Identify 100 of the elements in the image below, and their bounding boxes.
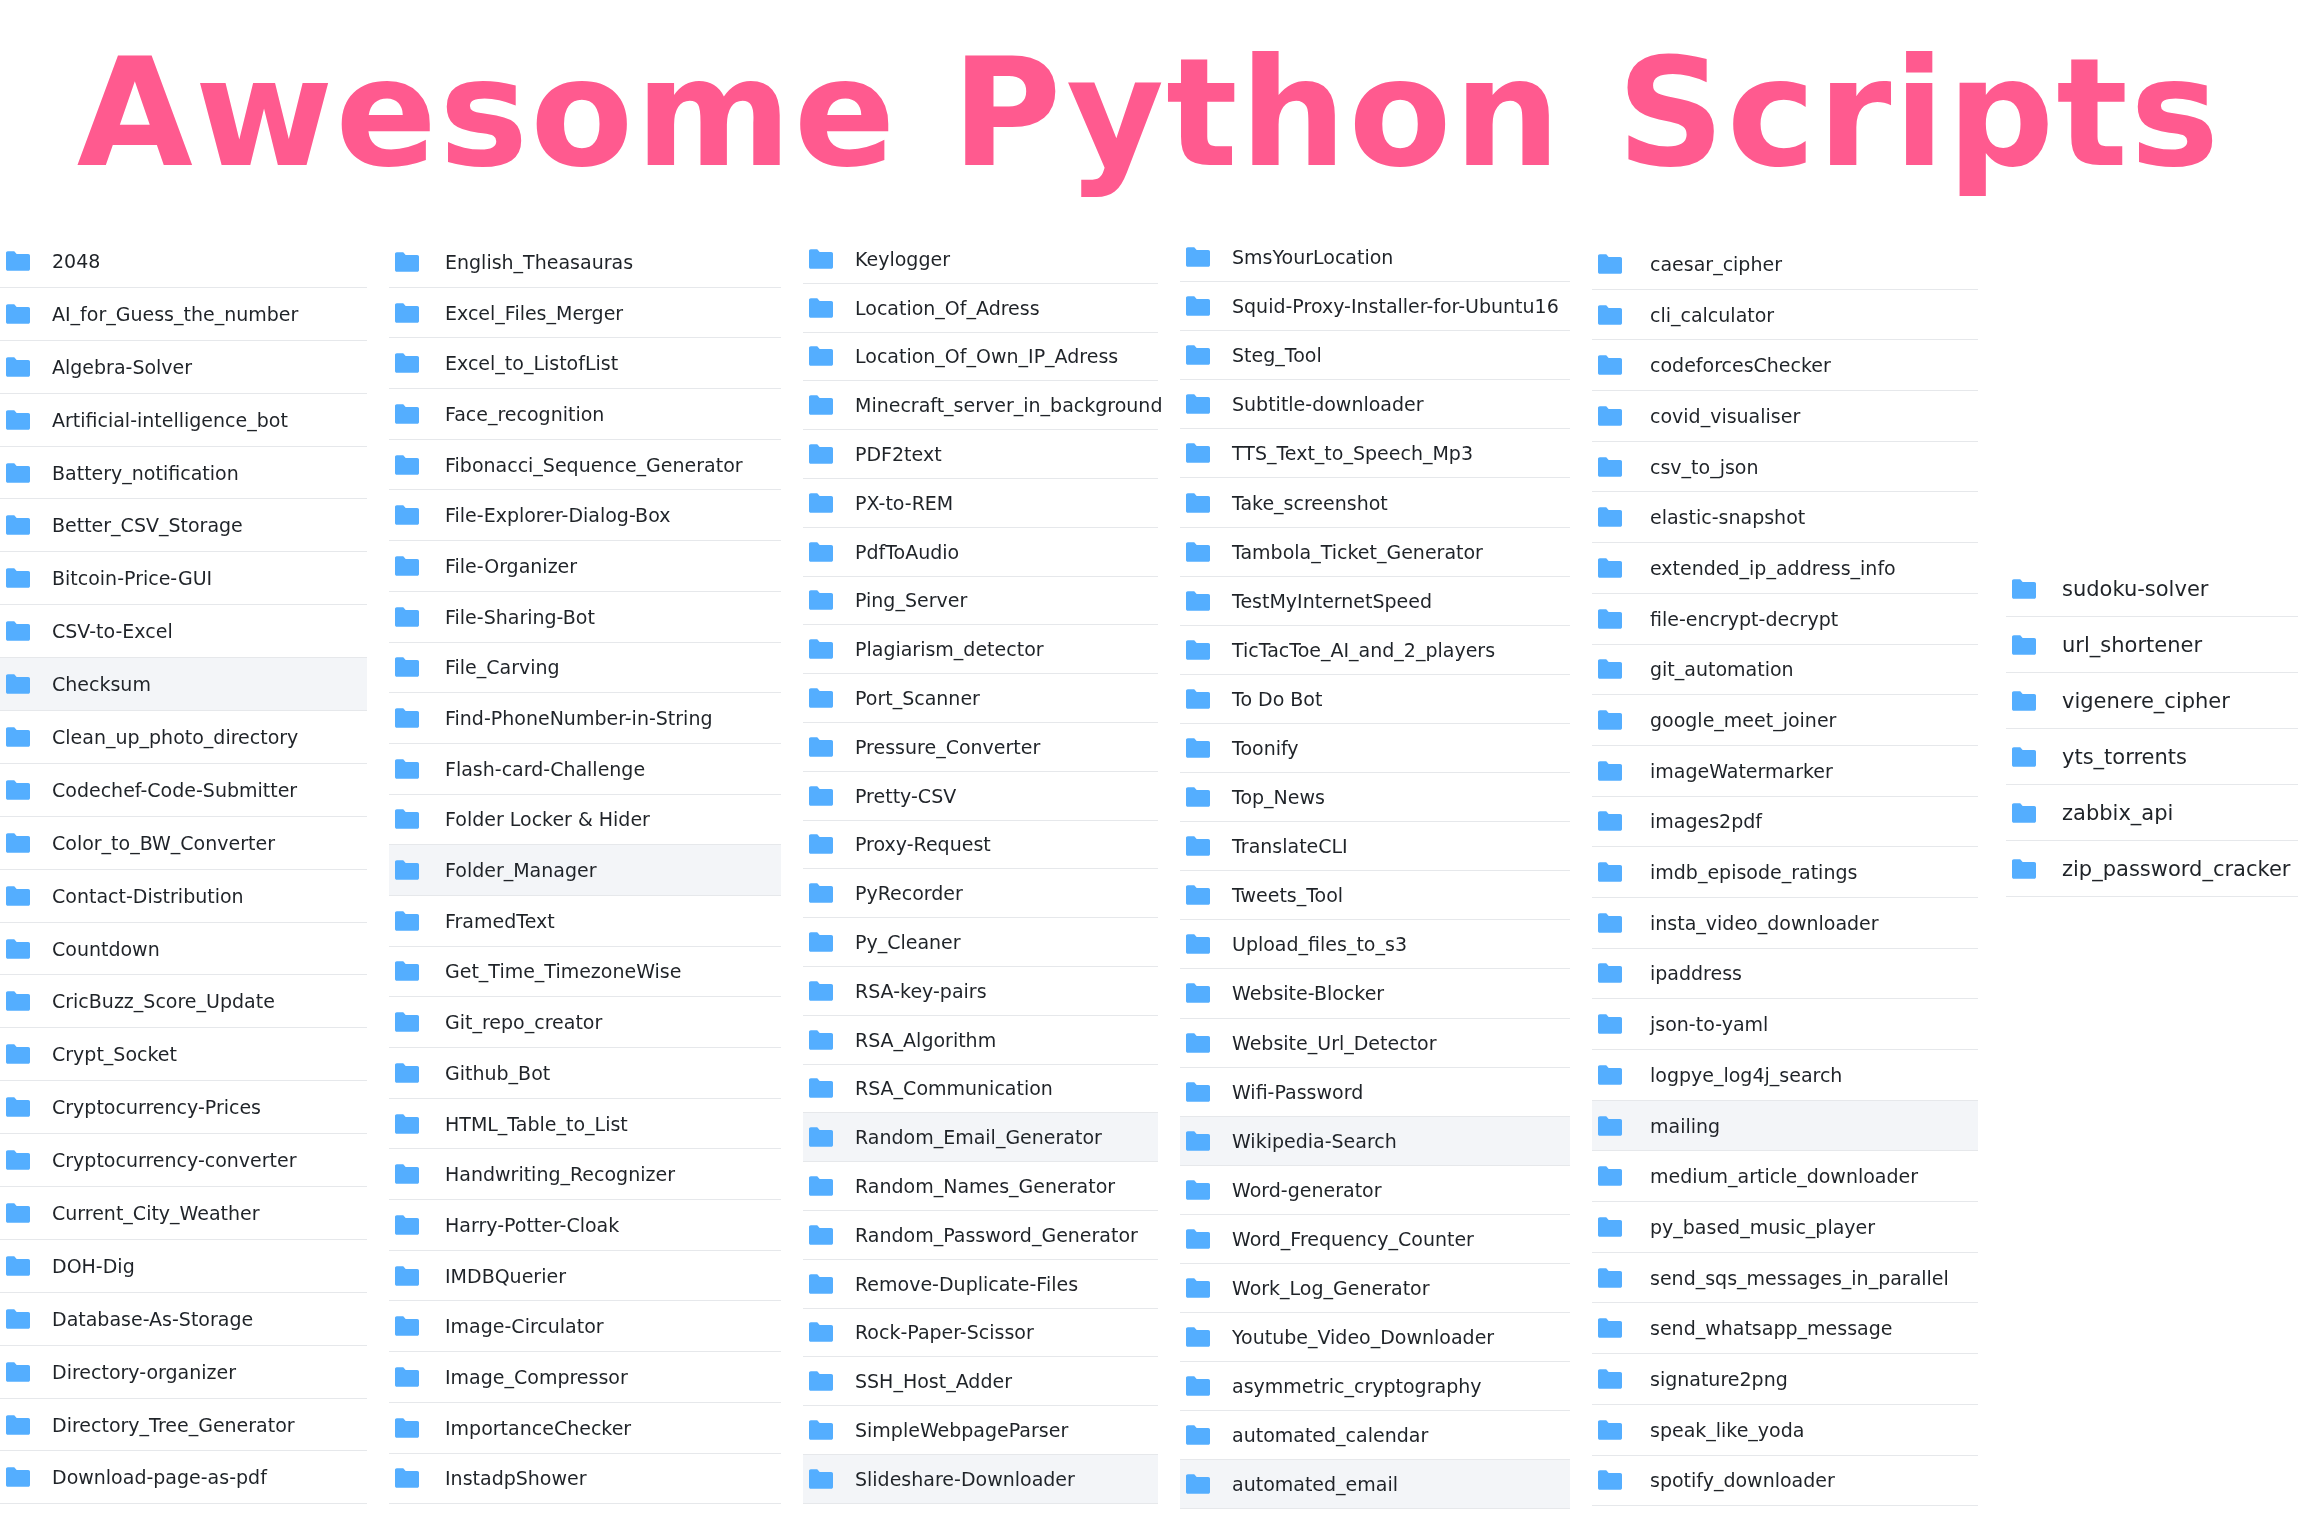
folder-row[interactable]: Current_City_Weather — [0, 1187, 367, 1240]
folder-row[interactable]: HTML_Table_to_List — [389, 1098, 781, 1150]
folder-row[interactable]: Rock-Paper-Scissor — [803, 1308, 1158, 1358]
folder-row[interactable]: signature2png — [1592, 1354, 1978, 1405]
folder-row[interactable]: Excel_to_ListofList — [389, 338, 781, 390]
folder-row[interactable]: Ping_Server — [803, 576, 1158, 626]
folder-row[interactable]: Pressure_Converter — [803, 722, 1158, 772]
folder-row[interactable]: automated_email — [1180, 1460, 1570, 1510]
folder-row[interactable]: url_shortener — [2006, 617, 2298, 673]
folder-row[interactable]: py_based_music_player — [1592, 1202, 1978, 1253]
folder-row[interactable]: speak_like_yoda — [1592, 1404, 1978, 1456]
folder-row[interactable]: Folder_Manager — [389, 845, 781, 896]
folder-row[interactable]: PDF2text — [803, 430, 1158, 479]
folder-row[interactable]: TTS_Text_to_Speech_Mp3 — [1180, 429, 1570, 479]
folder-row[interactable]: Cryptocurrency-converter — [0, 1134, 367, 1188]
folder-row[interactable]: yts_torrents — [2006, 729, 2298, 785]
folder-row[interactable]: json-to-yaml — [1592, 999, 1978, 1050]
folder-row[interactable]: csv_to_json — [1592, 441, 1978, 493]
folder-row[interactable]: 2048 — [0, 235, 367, 288]
folder-row[interactable]: Slideshare-Downloader — [803, 1454, 1158, 1504]
folder-row[interactable]: Algebra-Solver — [0, 340, 367, 394]
folder-row[interactable]: cli_calculator — [1592, 289, 1978, 341]
folder-row[interactable]: DOH-Dig — [0, 1239, 367, 1293]
folder-row[interactable]: PdfToAudio — [803, 527, 1158, 577]
folder-row[interactable]: RSA_Algorithm — [803, 1015, 1158, 1065]
folder-row[interactable]: Random_Names_Generator — [803, 1162, 1158, 1211]
folder-row[interactable]: TicTacToe_AI_and_2_players — [1180, 625, 1570, 675]
folder-row[interactable]: Checksum — [0, 658, 367, 711]
folder-row[interactable]: imageWatermarker — [1592, 745, 1978, 797]
folder-row[interactable]: elastic-snapshot — [1592, 492, 1978, 544]
folder-row[interactable]: covid_visualiser — [1592, 391, 1978, 442]
folder-row[interactable]: Random_Email_Generator — [803, 1113, 1158, 1163]
folder-row[interactable]: Codechef-Code-Submitter — [0, 763, 367, 817]
folder-row[interactable]: Get_Time_TimezoneWise — [389, 946, 781, 998]
folder-row[interactable]: FramedText — [389, 895, 781, 947]
folder-row[interactable]: sudoku-solver — [2006, 561, 2298, 617]
folder-row[interactable]: Git_repo_creator — [389, 997, 781, 1048]
folder-row[interactable]: Random_Password_Generator — [803, 1210, 1158, 1260]
folder-row[interactable]: Bitcoin-Price-GUI — [0, 552, 367, 606]
folder-row[interactable]: vigenere_cipher — [2006, 673, 2298, 729]
folder-row[interactable]: Word_Frequency_Counter — [1180, 1214, 1570, 1264]
folder-row[interactable]: send_sqs_messages_in_parallel — [1592, 1252, 1978, 1304]
folder-row[interactable]: codeforcesChecker — [1592, 340, 1978, 392]
folder-row[interactable]: Top_News — [1180, 773, 1570, 823]
folder-row[interactable]: Excel_Files_Merger — [389, 287, 781, 339]
folder-row[interactable]: Artificial-intelligence_bot — [0, 393, 367, 447]
folder-row[interactable]: Keylogger — [803, 235, 1158, 284]
folder-row[interactable]: Tweets_Tool — [1180, 871, 1570, 921]
folder-row[interactable]: Port_Scanner — [803, 674, 1158, 723]
folder-row[interactable]: logpye_log4j_search — [1592, 1050, 1978, 1101]
folder-row[interactable]: Wifi-Password — [1180, 1067, 1570, 1117]
folder-row[interactable]: AI_for_Guess_the_number — [0, 287, 367, 341]
folder-row[interactable]: InstadpShower — [389, 1453, 781, 1505]
folder-row[interactable]: Countdown — [0, 922, 367, 976]
folder-row[interactable]: zabbix_api — [2006, 785, 2298, 841]
folder-row[interactable]: Location_Of_Own_IP_Adress — [803, 332, 1158, 382]
folder-row[interactable]: Database-As-Storage — [0, 1292, 367, 1346]
folder-row[interactable]: zip_password_cracker — [2006, 841, 2298, 897]
folder-row[interactable]: PX-to-REM — [803, 479, 1158, 528]
folder-row[interactable]: Battery_notification — [0, 446, 367, 500]
folder-row[interactable]: Subtitle-downloader — [1180, 380, 1570, 430]
folder-row[interactable]: Fibonacci_Sequence_Generator — [389, 439, 781, 491]
folder-row[interactable]: git_automation — [1592, 644, 1978, 696]
folder-row[interactable]: English_Theasauras — [389, 237, 781, 288]
folder-row[interactable]: TranslateCLI — [1180, 822, 1570, 872]
folder-row[interactable]: Directory_Tree_Generator — [0, 1398, 367, 1452]
folder-row[interactable]: Github_Bot — [389, 1048, 781, 1099]
folder-row[interactable]: IMDBQuerier — [389, 1250, 781, 1302]
folder-row[interactable]: Steg_Tool — [1180, 331, 1570, 381]
folder-row[interactable]: imdb_episode_ratings — [1592, 847, 1978, 898]
folder-row[interactable]: Flash-card-Challenge — [389, 743, 781, 795]
folder-row[interactable]: Tambola_Ticket_Generator — [1180, 527, 1570, 577]
folder-row[interactable]: Youtube_Video_Downloader — [1180, 1313, 1570, 1363]
folder-row[interactable]: asymmetric_cryptography — [1180, 1362, 1570, 1412]
folder-row[interactable]: Take_screenshot — [1180, 478, 1570, 528]
folder-row[interactable]: SSH_Host_Adder — [803, 1357, 1158, 1407]
folder-row[interactable]: Proxy-Request — [803, 820, 1158, 870]
folder-row[interactable]: spotify_downloader — [1592, 1455, 1978, 1507]
folder-row[interactable]: caesar_cipher — [1592, 239, 1978, 290]
folder-row[interactable]: ipaddress — [1592, 948, 1978, 1000]
folder-row[interactable]: extended_ip_address_info — [1592, 543, 1978, 594]
folder-row[interactable]: Face_recognition — [389, 389, 781, 440]
folder-row[interactable]: Harry-Potter-Cloak — [389, 1200, 781, 1251]
folder-row[interactable]: file-encrypt-decrypt — [1592, 593, 1978, 645]
folder-row[interactable]: Remove-Duplicate-Files — [803, 1259, 1158, 1309]
folder-row[interactable]: Squid-Proxy-Installer-for-Ubuntu16 — [1180, 282, 1570, 332]
folder-row[interactable]: Wikipedia-Search — [1180, 1116, 1570, 1166]
folder-row[interactable]: File-Sharing-Bot — [389, 591, 781, 643]
folder-row[interactable]: TestMyInternetSpeed — [1180, 576, 1570, 626]
folder-row[interactable]: Location_Of_Adress — [803, 283, 1158, 333]
folder-row[interactable]: To Do Bot — [1180, 674, 1570, 724]
folder-row[interactable]: CricBuzz_Score_Update — [0, 975, 367, 1029]
folder-row[interactable]: Handwriting_Recognizer — [389, 1149, 781, 1201]
folder-row[interactable]: Directory-organizer — [0, 1345, 367, 1399]
folder-row[interactable]: Crypt_Socket — [0, 1028, 367, 1082]
folder-row[interactable]: PyRecorder — [803, 869, 1158, 919]
folder-row[interactable]: Image-Circulator — [389, 1301, 781, 1353]
folder-row[interactable]: Upload_files_to_s3 — [1180, 920, 1570, 970]
folder-row[interactable]: Color_to_BW_Converter — [0, 816, 367, 870]
folder-row[interactable]: send_whatsapp_message — [1592, 1303, 1978, 1355]
